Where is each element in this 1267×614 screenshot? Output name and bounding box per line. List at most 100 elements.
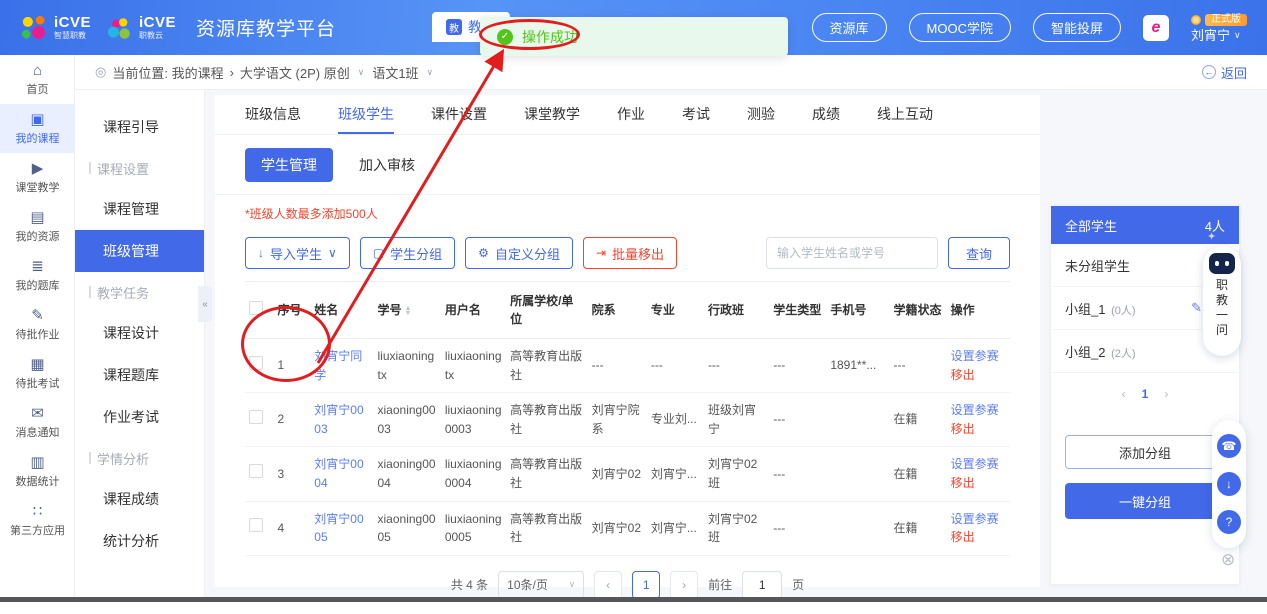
- close-icon[interactable]: ⊗: [1221, 551, 1235, 568]
- search-input[interactable]: [766, 237, 938, 269]
- set-contest-link[interactable]: 设置参赛: [951, 347, 1006, 366]
- export-icon: ⇥: [595, 246, 607, 260]
- course-sidebar: 课程引导 课程设置 课程管理 班级管理 教学任务 课程设计 课程题库 作业考试 …: [75, 90, 205, 597]
- cloud-download-icon[interactable]: ↓: [1217, 472, 1241, 496]
- subtab-join-review[interactable]: 加入审核: [359, 155, 415, 175]
- col-phone: 手机号: [826, 281, 890, 339]
- sidebar-item-data-statistics[interactable]: ▥ 数据统计: [0, 447, 75, 496]
- app-e-glyph: e: [1151, 18, 1161, 36]
- course-nav-homework-exams[interactable]: 作业考试: [75, 396, 204, 438]
- remove-link[interactable]: 移出: [951, 528, 1006, 547]
- sidebar-item-my-resources[interactable]: ▤ 我的资源: [0, 202, 75, 251]
- breadcrumb: 当前位置: 我的课程: [112, 65, 224, 81]
- back-button[interactable]: ← 返回: [1201, 63, 1247, 82]
- student-name-link[interactable]: 刘宵宁同学: [314, 349, 362, 382]
- per-page-select[interactable]: 10条/页 ∨: [498, 570, 585, 599]
- course-nav-class-management[interactable]: 班级管理: [75, 230, 204, 272]
- remove-link[interactable]: 移出: [951, 366, 1006, 385]
- nav-pill-smart-casting[interactable]: 智能投屏: [1032, 13, 1121, 42]
- row-checkbox[interactable]: [249, 518, 263, 533]
- remove-link[interactable]: 移出: [951, 420, 1006, 439]
- assistant-widget[interactable]: 职 教 一 问: [1203, 246, 1241, 356]
- tab-homework[interactable]: 作业: [617, 95, 645, 134]
- chart-icon: ▥: [30, 454, 45, 471]
- goto-page-input[interactable]: [742, 570, 783, 599]
- group-next-button[interactable]: ›: [1164, 387, 1168, 401]
- col-enrollment-status: 学籍状态: [889, 281, 947, 339]
- subtab-student-management[interactable]: 学生管理: [245, 148, 333, 182]
- next-page-button[interactable]: ›: [670, 570, 699, 599]
- sort-icons[interactable]: ▲ ▼: [405, 305, 412, 317]
- tab-exam[interactable]: 考试: [682, 95, 710, 134]
- sidebar-collapse-handle[interactable]: «: [198, 286, 212, 322]
- student-name-link[interactable]: 刘宵宁0004: [314, 457, 363, 490]
- tab-online-interaction[interactable]: 线上互动: [877, 95, 933, 134]
- sidebar-item-pending-homework[interactable]: ✎ 待批作业: [0, 300, 75, 349]
- course-nav-section-teaching-tasks: 教学任务: [75, 272, 204, 312]
- one-click-group-button[interactable]: 一键分组: [1065, 483, 1225, 519]
- table-row: 3 刘宵宁0004 xiaoning0004 liuxiaoning0004 高…: [245, 446, 1010, 502]
- set-contest-link[interactable]: 设置参赛: [951, 510, 1006, 529]
- edit-icon[interactable]: ✎: [1191, 300, 1202, 316]
- customer-service-icon[interactable]: ☎: [1217, 434, 1241, 458]
- goto-suffix: 页: [792, 578, 805, 593]
- group-box-icon: ▢: [372, 246, 385, 260]
- sidebar-item-home[interactable]: ⌂ 首页: [0, 55, 75, 104]
- course-nav-guide[interactable]: 课程引导: [75, 106, 204, 148]
- tab-classroom-teaching[interactable]: 课堂教学: [524, 95, 580, 134]
- custom-grouping-button[interactable]: ⚙ 自定义分组: [465, 237, 573, 269]
- course-nav-statistics-analysis[interactable]: 统计分析: [75, 520, 204, 562]
- add-group-button[interactable]: 添加分组: [1065, 435, 1225, 469]
- col-username: 用户名: [440, 281, 507, 339]
- library-icon: ▤: [30, 209, 45, 226]
- brand-sub: 职教云: [139, 31, 164, 40]
- chevron-down-icon: ∨: [568, 579, 576, 590]
- col-admin-class: 行政班: [703, 281, 770, 339]
- table-row: 1 刘宵宁同学 liuxiaoningtx liuxiaoningtx 高等教育…: [245, 338, 1010, 394]
- tab-grades[interactable]: 成绩: [812, 95, 840, 134]
- course-nav-section-settings: 课程设置: [75, 148, 204, 188]
- select-all-checkbox[interactable]: [249, 300, 263, 315]
- row-checkbox[interactable]: [249, 355, 263, 370]
- sidebar-item-messages[interactable]: ✉ 消息通知: [0, 398, 75, 447]
- user-menu[interactable]: 正式版 刘宵宁 ∨: [1191, 13, 1247, 42]
- chevron-down-icon: ∨: [426, 66, 434, 77]
- import-students-button[interactable]: ↓ 导入学生 ∨: [245, 237, 350, 269]
- student-name-link[interactable]: 刘宵宁0003: [314, 403, 363, 436]
- student-table: 序号 姓名 学号 ▲ ▼ 用户名 所属学校/单位 院系 专业 行政班 学生类型 手机…: [245, 281, 1010, 556]
- tab-quiz[interactable]: 测验: [747, 95, 775, 134]
- prev-page-button[interactable]: ‹: [594, 570, 623, 599]
- toast-message: 操作成功: [522, 28, 578, 45]
- nav-pill-resource-library[interactable]: 资源库: [811, 13, 887, 42]
- set-contest-link[interactable]: 设置参赛: [951, 401, 1006, 420]
- help-icon[interactable]: ?: [1217, 510, 1241, 534]
- tab-courseware-settings[interactable]: 课件设置: [431, 95, 487, 134]
- tab-class-students[interactable]: 班级学生: [338, 95, 394, 134]
- tab-class-info[interactable]: 班级信息: [245, 95, 301, 134]
- course-nav-course-design[interactable]: 课程设计: [75, 312, 204, 354]
- col-student-id: 学号 ▲ ▼: [373, 281, 441, 339]
- batch-remove-button[interactable]: ⇥ 批量移出: [582, 237, 678, 269]
- nav-pill-mooc-academy[interactable]: MOOC学院: [908, 13, 1011, 42]
- sidebar-item-my-courses[interactable]: ▣ 我的课程: [0, 104, 75, 153]
- remove-link[interactable]: 移出: [951, 474, 1006, 493]
- row-checkbox[interactable]: [249, 464, 263, 479]
- breadcrumb-class-dropdown[interactable]: 语文1班: [372, 63, 418, 82]
- student-grouping-button[interactable]: ▢ 学生分组: [359, 237, 456, 269]
- app-shortcut-icon[interactable]: e: [1143, 14, 1169, 41]
- sidebar-item-third-party-apps[interactable]: ∷ 第三方应用: [0, 496, 75, 545]
- sidebar-item-classroom-teaching[interactable]: ▶ 课堂教学: [0, 153, 75, 202]
- query-button[interactable]: 查询: [948, 237, 1010, 269]
- student-table-wrap: 序号 姓名 学号 ▲ ▼ 用户名 所属学校/单位 院系 专业 行政班 学生类型 手机…: [215, 269, 1040, 556]
- group-prev-button[interactable]: ‹: [1122, 387, 1126, 401]
- course-nav-course-management[interactable]: 课程管理: [75, 188, 204, 230]
- course-nav-course-question-bank[interactable]: 课程题库: [75, 354, 204, 396]
- sidebar-item-my-question-bank[interactable]: ≣ 我的题库: [0, 251, 75, 300]
- page-1-button[interactable]: 1: [632, 570, 661, 599]
- student-name-link[interactable]: 刘宵宁0005: [314, 512, 363, 545]
- sidebar-item-pending-exams[interactable]: ▦ 待批考试: [0, 349, 75, 398]
- breadcrumb-course-dropdown[interactable]: 大学语文 (2P) 原创: [240, 63, 350, 82]
- course-nav-course-grades[interactable]: 课程成绩: [75, 478, 204, 520]
- set-contest-link[interactable]: 设置参赛: [951, 455, 1006, 474]
- row-checkbox[interactable]: [249, 409, 263, 424]
